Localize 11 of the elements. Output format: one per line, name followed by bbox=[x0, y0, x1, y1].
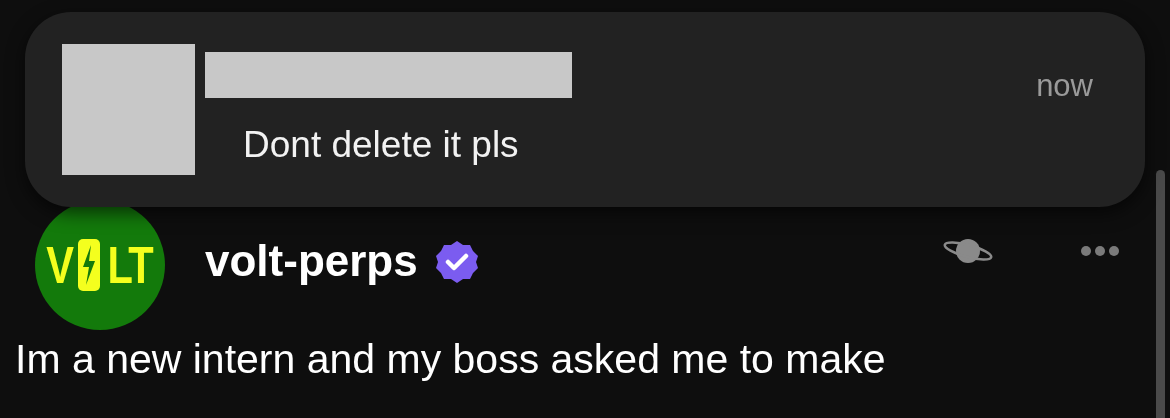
logo-letter: V bbox=[46, 239, 73, 291]
scrollbar[interactable] bbox=[1156, 170, 1165, 418]
notification-time: now bbox=[1036, 68, 1093, 104]
notification-banner[interactable]: Dont delete it pls now bbox=[25, 12, 1145, 207]
bolt-icon bbox=[77, 239, 100, 291]
post-text: Im a new intern and my boss asked me to make bbox=[14, 335, 887, 383]
logo-letters: LT bbox=[107, 239, 152, 291]
notification-message: Dont delete it pls bbox=[243, 124, 519, 166]
username[interactable]: volt-perps bbox=[205, 236, 418, 286]
more-options-icon[interactable] bbox=[1080, 245, 1120, 257]
planet-icon[interactable] bbox=[942, 236, 994, 266]
